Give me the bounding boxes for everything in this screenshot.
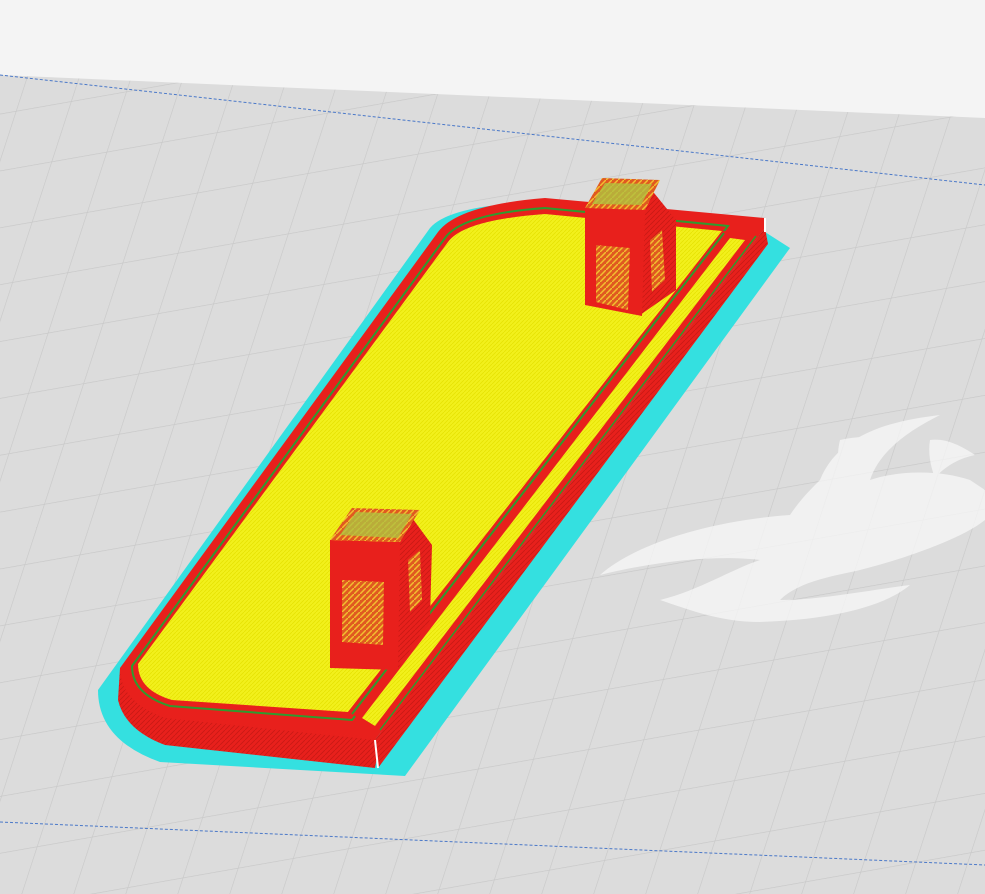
layer-view-scene[interactable]	[0, 0, 985, 894]
front-clip-window	[342, 580, 384, 645]
rear-clip-window	[596, 245, 630, 310]
layer-view-viewport[interactable]	[0, 0, 985, 894]
